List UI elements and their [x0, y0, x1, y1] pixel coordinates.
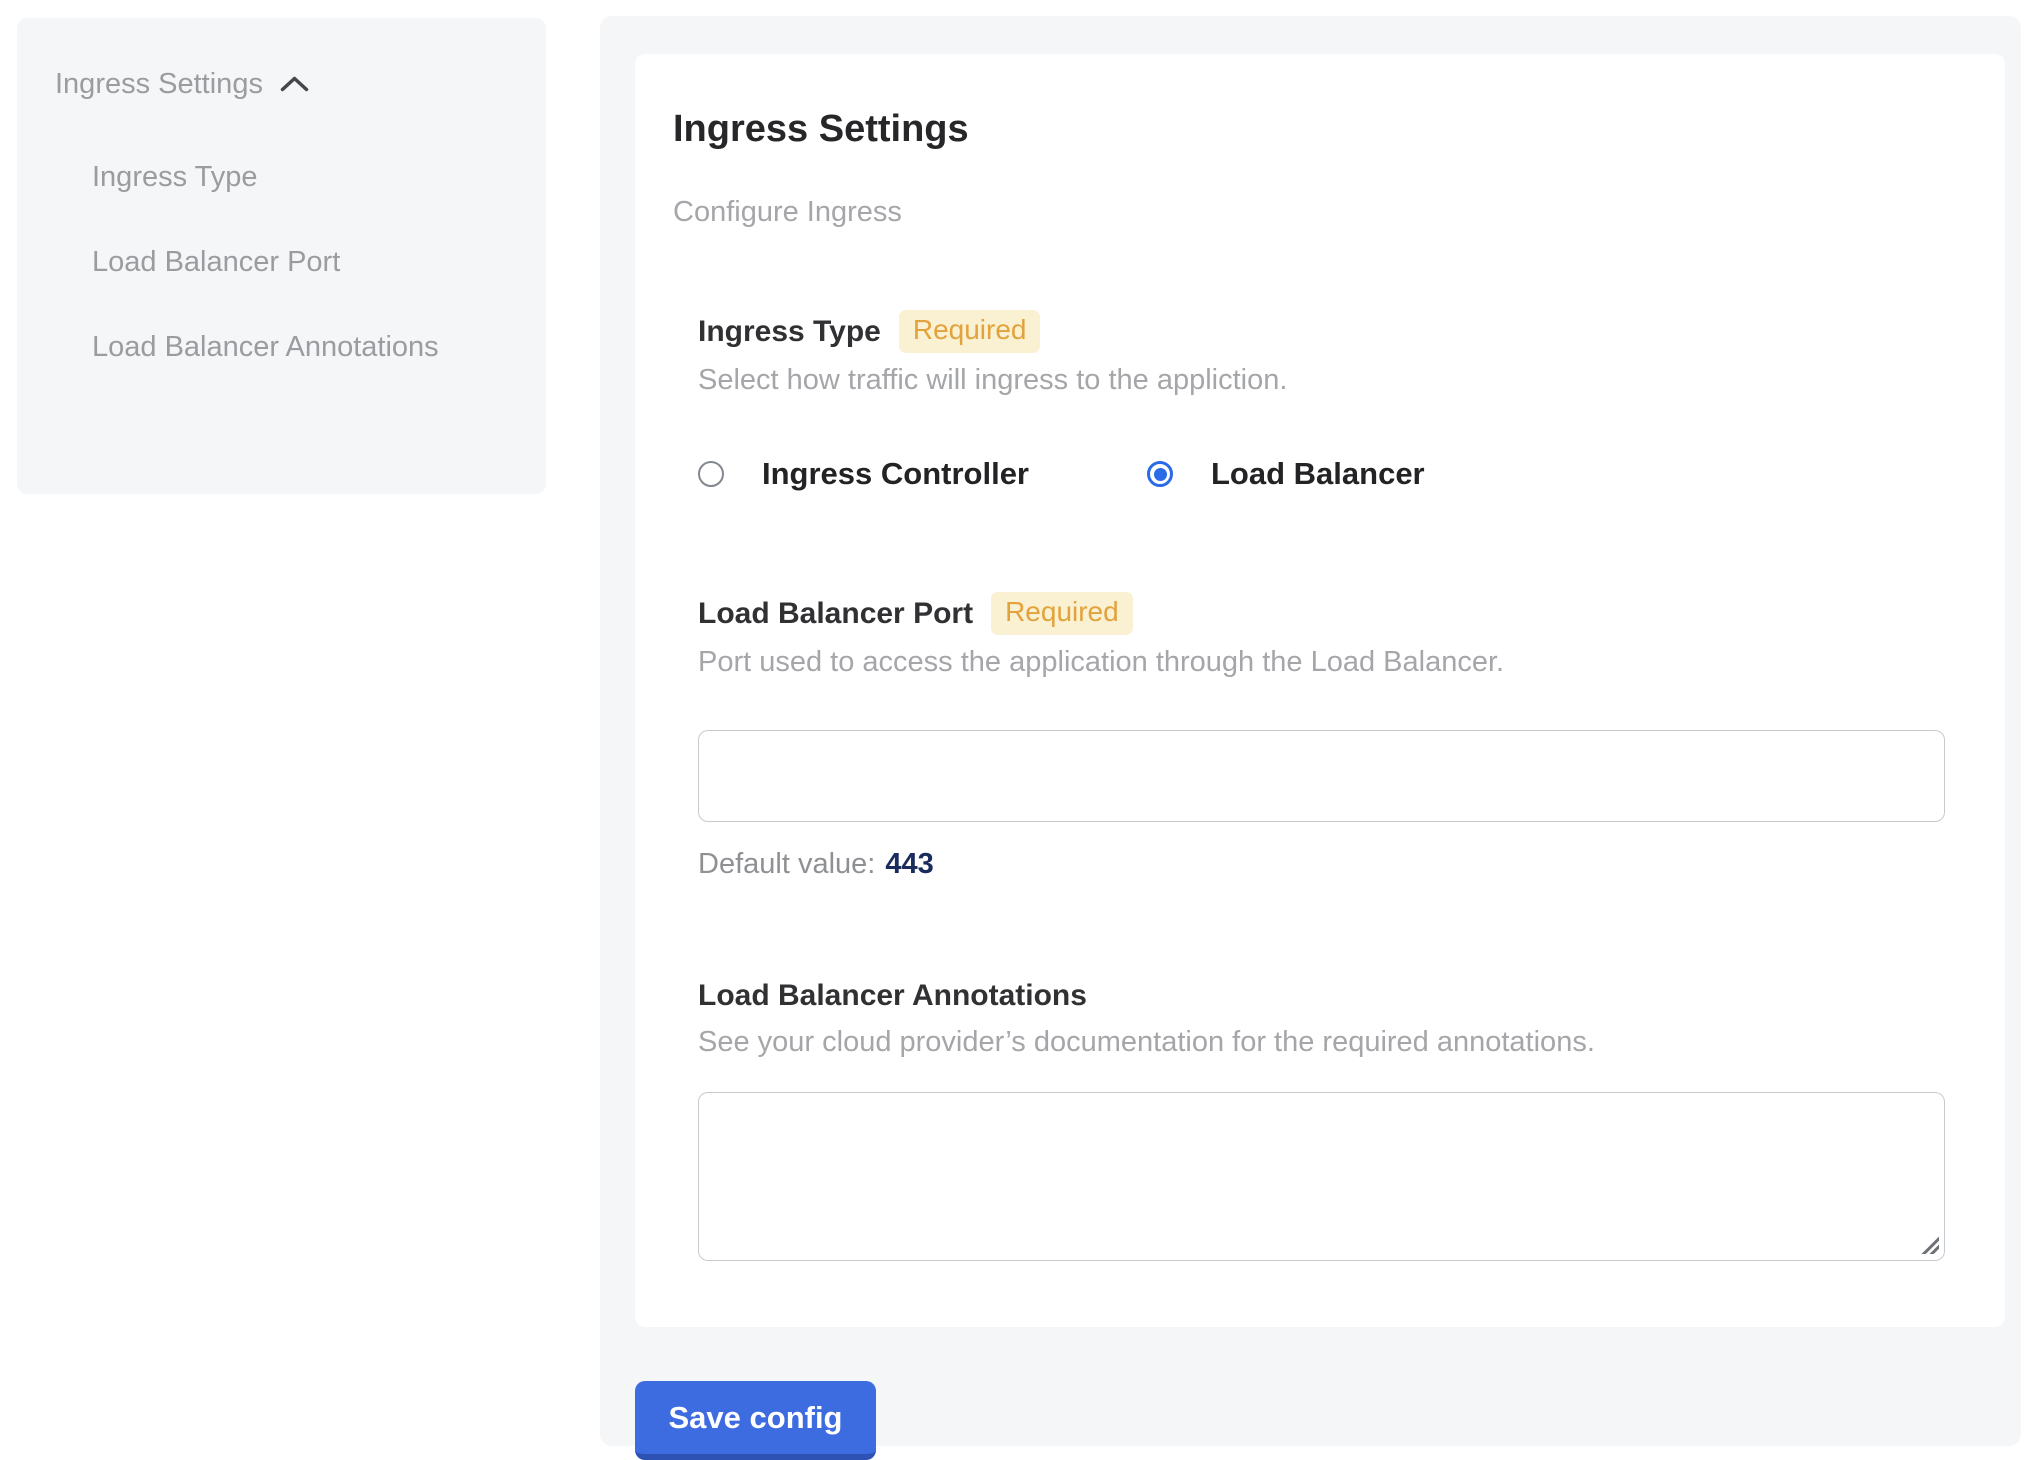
radio-ingress-controller[interactable]: Ingress Controller: [698, 456, 1029, 492]
sidebar-item-load-balancer-annotations[interactable]: Load Balancer Annotations: [92, 318, 442, 377]
annotations-textarea-wrap: [698, 1092, 1945, 1261]
radio-dot: [1154, 468, 1167, 481]
sidebar-item-ingress-type[interactable]: Ingress Type: [92, 148, 442, 207]
ingress-type-description: Select how traffic will ingress to the a…: [698, 362, 1945, 398]
load-balancer-annotations-description: See your cloud provider’s documentation …: [698, 1024, 1945, 1060]
radio-selected-icon: [1147, 461, 1173, 487]
load-balancer-port-input[interactable]: [698, 730, 1945, 822]
section-load-balancer-annotations: Load Balancer Annotations See your cloud…: [698, 977, 1945, 1261]
ingress-settings-panel: Ingress Settings Configure Ingress Ingre…: [600, 16, 2021, 1446]
required-badge: Required: [899, 310, 1041, 353]
page-title: Ingress Settings: [673, 106, 1945, 152]
load-balancer-annotations-label: Load Balancer Annotations: [698, 977, 1087, 1015]
sidebar-item-list: Ingress Type Load Balancer Port Load Bal…: [92, 148, 516, 377]
section-ingress-type: Ingress Type Required Select how traffic…: [698, 310, 1945, 492]
ingress-type-radio-group: Ingress Controller Load Balancer: [698, 456, 1945, 492]
save-config-button[interactable]: Save config: [635, 1381, 876, 1460]
settings-nav-sidebar: Ingress Settings Ingress Type Load Balan…: [17, 18, 546, 494]
radio-ingress-controller-label: Ingress Controller: [762, 456, 1029, 492]
chevron-up-icon: [279, 64, 310, 104]
section-load-balancer-port: Load Balancer Port Required Port used to…: [698, 592, 1945, 881]
page-subtitle: Configure Ingress: [673, 194, 1945, 230]
ingress-type-label: Ingress Type: [698, 313, 881, 351]
ingress-settings-card: Ingress Settings Configure Ingress Ingre…: [635, 54, 2005, 1327]
radio-unselected-icon: [698, 461, 724, 487]
radio-load-balancer[interactable]: Load Balancer: [1147, 456, 1425, 492]
sidebar-group-ingress-settings[interactable]: Ingress Settings: [55, 64, 516, 104]
required-badge: Required: [991, 592, 1133, 635]
sidebar-group-label: Ingress Settings: [55, 64, 263, 104]
resize-handle-icon[interactable]: [1919, 1234, 1939, 1254]
load-balancer-port-description: Port used to access the application thro…: [698, 644, 1945, 680]
load-balancer-port-label: Load Balancer Port: [698, 595, 973, 633]
load-balancer-annotations-textarea[interactable]: [698, 1092, 1945, 1261]
radio-load-balancer-label: Load Balancer: [1211, 456, 1425, 492]
default-value-label: Default value:: [698, 848, 875, 880]
default-value-line: Default value: 443: [698, 848, 1945, 881]
sidebar-item-load-balancer-port[interactable]: Load Balancer Port: [92, 233, 442, 292]
default-value-number: 443: [885, 848, 933, 880]
